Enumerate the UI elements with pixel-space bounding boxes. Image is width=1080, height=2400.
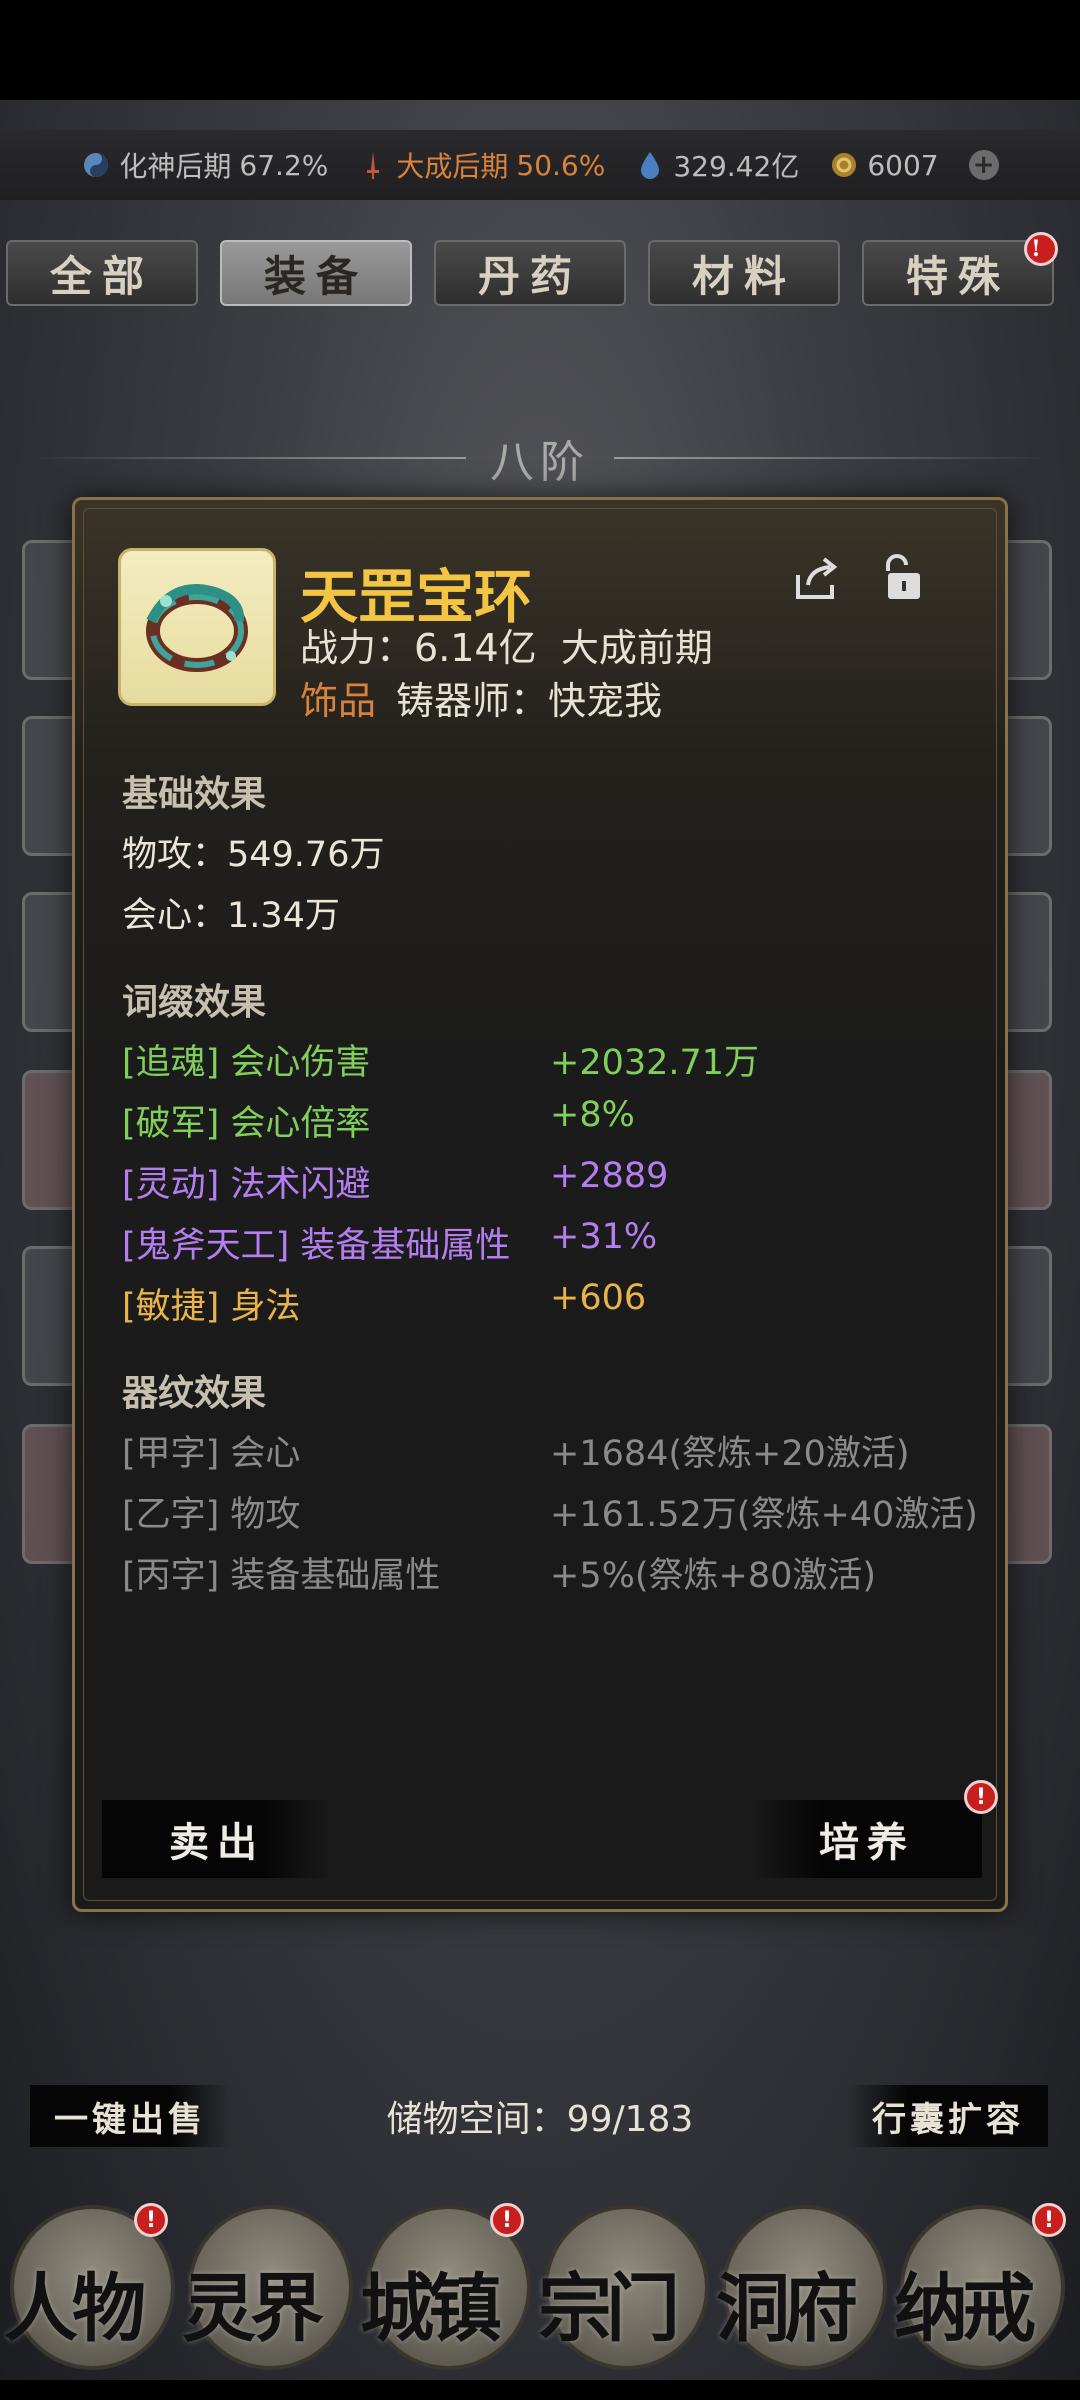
storage-value: 99/183 [566, 2099, 694, 2140]
power-label: 战力： [300, 626, 415, 670]
base-effect-line: 物攻：549.76万 [122, 835, 385, 875]
nav-label: 宗门 [538, 2266, 680, 2352]
pattern-value: +161.52万(祭炼+40激活) [550, 1495, 978, 1535]
realm2-pct: 50.6% [516, 148, 606, 182]
smith-name: 快宠我 [548, 679, 663, 723]
realm2-stat: 大成后期 50.6% [358, 145, 605, 185]
main-nav: 人物 ! 灵界 城镇 ! 宗门 洞府 纳戒 ! [0, 2195, 1080, 2375]
share-icon[interactable] [792, 553, 842, 603]
affix-effects-title: 词缀效果 [122, 982, 267, 1023]
spirit-stones-stat: 329.42亿 [635, 145, 799, 185]
storage-label: 储物空间： [386, 2099, 567, 2140]
pattern-name: [甲字] 会心 [122, 1434, 301, 1474]
add-currency-icon[interactable]: + [968, 150, 999, 180]
tab-special[interactable]: 特殊 ! [862, 232, 1058, 306]
notification-badge: ! [134, 2203, 168, 2237]
affix-value: +2889 [550, 1156, 669, 1196]
smith-label: 铸器师： [396, 679, 549, 723]
realm-pct: 67.2% [239, 148, 329, 182]
cultivate-button[interactable]: 培养 [752, 1800, 982, 1878]
nav-label: 城镇 [360, 2266, 502, 2352]
item-meta: 饰品 铸器师：快宠我 [300, 670, 662, 725]
nav-label: 灵界 [182, 2266, 324, 2352]
unlock-icon[interactable] [878, 553, 928, 603]
pattern-name: [丙字] 装备基础属性 [122, 1556, 441, 1596]
pattern-value: +5%(祭炼+80激活) [550, 1556, 877, 1596]
sword-icon [358, 150, 388, 180]
affix-value: +8% [550, 1095, 635, 1135]
nav-spirit-realm[interactable]: 灵界 [182, 2205, 353, 2370]
system-bar [0, 2380, 1080, 2400]
nav-label: 洞府 [716, 2266, 858, 2352]
pattern-value: +1684(祭炼+20激活) [550, 1434, 910, 1474]
notification-badge: ! [964, 1780, 998, 1814]
divider [614, 457, 1050, 459]
affix-name: [追魂] 会心伤害 [122, 1043, 371, 1083]
tab-pills[interactable]: 丹药 [434, 240, 626, 306]
item-power: 战力：6.14亿 大成前期 [300, 617, 713, 672]
spirit-stones-value: 329.42亿 [673, 150, 800, 183]
ring-icon [118, 548, 276, 706]
droplet-icon [635, 150, 665, 180]
divider [30, 457, 466, 459]
realm2-label: 大成后期 [396, 150, 509, 183]
pattern-name: [乙字] 物攻 [122, 1495, 301, 1535]
realm-label: 化神后期 [119, 150, 232, 183]
coin-icon [829, 150, 859, 180]
affix-value: +2032.71万 [550, 1043, 760, 1083]
affix-value: +606 [550, 1278, 647, 1318]
notification-badge: ! [490, 2203, 524, 2237]
resource-bar: 化神后期 67.2% 大成后期 50.6% 329.42亿 6007 + [0, 130, 1080, 200]
realm-stat: 化神后期 67.2% [81, 145, 328, 185]
base-effect-line: 会心：1.34万 [122, 896, 340, 936]
notification-badge: ! [1024, 232, 1058, 266]
sell-button[interactable]: 卖出 [102, 1800, 332, 1878]
affix-name: [鬼斧天工] 装备基础属性 [122, 1226, 511, 1266]
power-stage: 大成前期 [560, 626, 713, 670]
nav-cave-dwelling[interactable]: 洞府 [716, 2205, 887, 2370]
affix-value: +31% [550, 1217, 658, 1257]
item-category: 饰品 [300, 679, 377, 723]
yin-yang-icon [81, 150, 111, 180]
tier-header: 八阶 [30, 428, 1050, 488]
notification-badge: ! [1032, 2203, 1066, 2237]
power-value: 6.14亿 [414, 626, 537, 670]
tab-materials[interactable]: 材料 [648, 240, 840, 306]
tier-title: 八阶 [490, 437, 590, 488]
affix-name: [灵动] 法术闪避 [122, 1165, 371, 1205]
affix-name: [破军] 会心倍率 [122, 1104, 371, 1144]
currency-stat: 6007 [829, 148, 939, 182]
base-effects-title: 基础效果 [122, 774, 267, 815]
nav-sect[interactable]: 宗门 [538, 2205, 709, 2370]
nav-label: 纳戒 [894, 2266, 1036, 2352]
nav-label: 人物 [4, 2266, 146, 2352]
tab-special-label: 特殊 [905, 251, 1010, 301]
tab-all[interactable]: 全部 [6, 240, 198, 306]
expand-bag-button[interactable]: 行囊扩容 [848, 2085, 1048, 2147]
affix-name: [敏捷] 身法 [122, 1287, 301, 1327]
tab-equipment[interactable]: 装备 [220, 240, 412, 306]
currency-value: 6007 [867, 148, 939, 182]
cultivate-label: 培养 [819, 1819, 915, 1866]
category-tabs: 全部 装备 丹药 材料 特殊 ! [6, 232, 1076, 306]
pattern-effects-title: 器纹效果 [122, 1373, 267, 1414]
